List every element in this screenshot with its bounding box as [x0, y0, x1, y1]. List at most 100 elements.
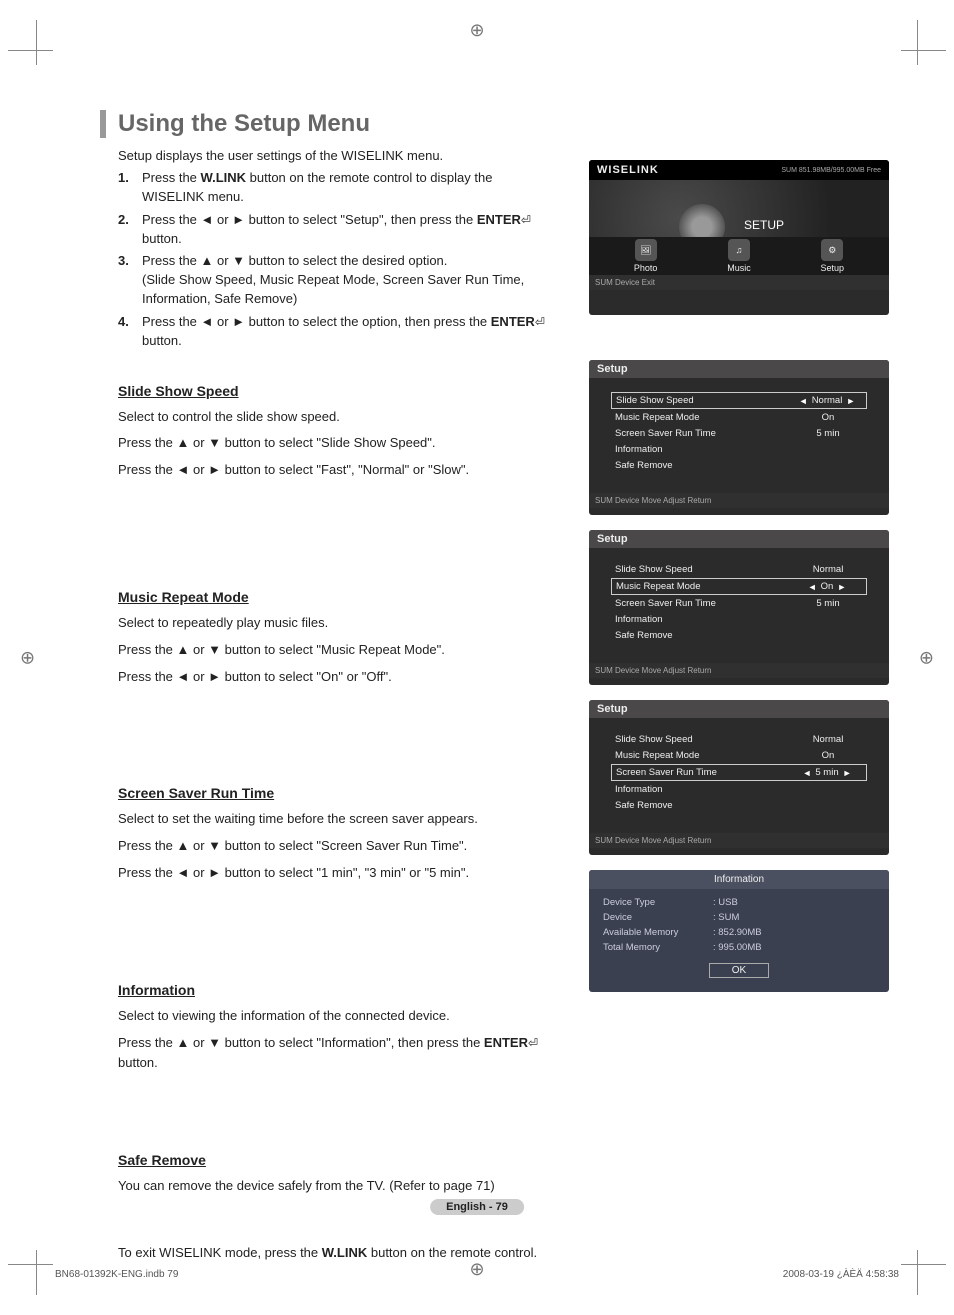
section-text: Press the ◄ or ► button to select "Fast"…	[118, 460, 558, 481]
screenshots-column: WISELINK SUM 851.98MB/995.00MB Free SETU…	[589, 160, 889, 1007]
setup-row-selected[interactable]: Screen Saver Run Time◄5 min►	[611, 764, 867, 781]
wiselink-hints: SUM Device Exit	[589, 275, 889, 290]
setup-screenshot-music: Setup Slide Show SpeedNormal Music Repea…	[589, 530, 889, 685]
step-body: Press the ▲ or ▼ button to select the de…	[142, 252, 548, 309]
ok-button[interactable]: OK	[709, 963, 769, 978]
right-arrow-icon: ►	[846, 396, 855, 406]
section-heading-music-repeat: Music Repeat Mode	[118, 589, 249, 605]
setup-title: Setup	[589, 700, 889, 718]
setup-row[interactable]: Music Repeat ModeOn	[611, 748, 867, 763]
crop-mark	[901, 50, 946, 51]
step-number: 2.	[118, 211, 142, 249]
left-arrow-icon: ◄	[799, 396, 808, 406]
step-body: Press the W.LINK button on the remote co…	[142, 169, 548, 207]
section-text: Press the ▲ or ▼ button to select "Slide…	[118, 433, 558, 454]
info-screenshot: Information Device Type: USB Device: SUM…	[589, 870, 889, 992]
section-text: Press the ▲ or ▼ button to select "Music…	[118, 640, 558, 661]
step-item: 1. Press the W.LINK button on the remote…	[118, 169, 548, 207]
gear-small-icon: ⚙	[821, 239, 843, 261]
setup-row-selected[interactable]: Music Repeat Mode◄On►	[611, 578, 867, 595]
registration-mark-icon: ⊕	[919, 647, 934, 668]
footer-left: BN68-01392K-ENG.indb 79	[55, 1269, 178, 1280]
setup-hints: SUM Device Move Adjust Return	[589, 493, 889, 508]
crop-mark	[917, 20, 918, 65]
setup-hints: SUM Device Move Adjust Return	[589, 833, 889, 848]
setup-title: Setup	[589, 530, 889, 548]
registration-mark-icon: ⊕	[20, 647, 35, 668]
setup-screenshot-slide: Setup Slide Show Speed◄Normal► Music Rep…	[589, 360, 889, 515]
footer-right: 2008-03-19 ¿ÀÈÄ 4:58:38	[783, 1269, 899, 1280]
setup-tab[interactable]: ⚙Setup	[821, 239, 845, 273]
step-body: Press the ◄ or ► button to select the op…	[142, 313, 548, 351]
step-item: 2. Press the ◄ or ► button to select "Se…	[118, 211, 548, 249]
info-title: Information	[589, 870, 889, 889]
setup-row[interactable]: Safe Remove	[611, 628, 867, 643]
section-text: Press the ▲ or ▼ button to select "Scree…	[118, 836, 558, 857]
manual-page: ⊕ ⊕ ⊕ ⊕ Using the Setup Menu Setup displ…	[0, 0, 954, 1315]
setup-row[interactable]: Music Repeat ModeOn	[611, 410, 867, 425]
setup-row-selected[interactable]: Slide Show Speed◄Normal►	[611, 392, 867, 409]
right-arrow-icon: ►	[843, 768, 852, 778]
setup-body: Slide Show SpeedNormal Music Repeat Mode…	[589, 548, 889, 663]
enter-icon: ⏎	[528, 1034, 538, 1053]
page-title: Using the Setup Menu	[100, 110, 894, 138]
left-arrow-icon: ◄	[808, 582, 817, 592]
setup-row[interactable]: Screen Saver Run Time5 min	[611, 596, 867, 611]
info-row: Device: SUM	[603, 910, 875, 925]
wiselink-topbar: WISELINK SUM 851.98MB/995.00MB Free	[589, 160, 889, 180]
setup-row[interactable]: Safe Remove	[611, 798, 867, 813]
section-text: Select to repeatedly play music files.	[118, 613, 558, 634]
section-text: Press the ▲ or ▼ button to select "Infor…	[118, 1033, 558, 1075]
steps-list: 1. Press the W.LINK button on the remote…	[118, 169, 548, 351]
section-text: Select to viewing the information of the…	[118, 1006, 558, 1027]
section-text: Press the ◄ or ► button to select "On" o…	[118, 667, 558, 688]
page-number-badge: English - 79	[430, 1199, 524, 1215]
section-heading-safe-remove: Safe Remove	[118, 1152, 206, 1168]
info-row: Available Memory: 852.90MB	[603, 925, 875, 940]
crop-mark	[901, 1264, 946, 1265]
setup-row[interactable]: Information	[611, 782, 867, 797]
wiselink-main-area: SETUP 🖼Photo ♫Music ⚙Setup	[589, 180, 889, 275]
wiselink-bottom-icons: 🖼Photo ♫Music ⚙Setup	[589, 237, 889, 275]
crop-mark	[36, 20, 37, 65]
crop-mark	[917, 1250, 918, 1295]
setup-row[interactable]: Slide Show SpeedNormal	[611, 732, 867, 747]
section-heading-slide-show-speed: Slide Show Speed	[118, 383, 239, 399]
music-tab[interactable]: ♫Music	[727, 239, 751, 273]
step-number: 3.	[118, 252, 142, 309]
setup-row[interactable]: Screen Saver Run Time5 min	[611, 426, 867, 441]
section-text: Press the ◄ or ► button to select "1 min…	[118, 863, 558, 884]
info-row: Device Type: USB	[603, 895, 875, 910]
section-text: Select to set the waiting time before th…	[118, 809, 558, 830]
crop-mark	[8, 50, 53, 51]
section-heading-information: Information	[118, 982, 195, 998]
section-heading-screen-saver: Screen Saver Run Time	[118, 785, 274, 801]
enter-icon: ⏎	[521, 212, 531, 229]
setup-row[interactable]: Safe Remove	[611, 458, 867, 473]
setup-body: Slide Show Speed◄Normal► Music Repeat Mo…	[589, 378, 889, 493]
music-icon: ♫	[728, 239, 750, 261]
setup-title: Setup	[589, 360, 889, 378]
step-item: 4. Press the ◄ or ► button to select the…	[118, 313, 548, 351]
wiselink-memory: SUM 851.98MB/995.00MB Free	[781, 167, 881, 174]
enter-icon: ⏎	[535, 314, 545, 331]
photo-tab[interactable]: 🖼Photo	[634, 239, 658, 273]
crop-mark	[8, 1264, 53, 1265]
wiselink-brand: WISELINK	[597, 164, 659, 176]
registration-mark-icon: ⊕	[469, 20, 484, 41]
step-number: 4.	[118, 313, 142, 351]
wiselink-setup-label: SETUP	[744, 218, 784, 232]
step-item: 3. Press the ▲ or ▼ button to select the…	[118, 252, 548, 309]
setup-row[interactable]: Information	[611, 612, 867, 627]
setup-hints: SUM Device Move Adjust Return	[589, 663, 889, 678]
exit-text: To exit WISELINK mode, press the W.LINK …	[118, 1243, 558, 1264]
info-row: Total Memory: 995.00MB	[603, 940, 875, 955]
setup-row[interactable]: Information	[611, 442, 867, 457]
crop-mark	[36, 1250, 37, 1295]
setup-screenshot-saver: Setup Slide Show SpeedNormal Music Repea…	[589, 700, 889, 855]
info-body: Device Type: USB Device: SUM Available M…	[589, 889, 889, 992]
setup-body: Slide Show SpeedNormal Music Repeat Mode…	[589, 718, 889, 833]
wiselink-screenshot: WISELINK SUM 851.98MB/995.00MB Free SETU…	[589, 160, 889, 315]
setup-row[interactable]: Slide Show SpeedNormal	[611, 562, 867, 577]
photo-icon: 🖼	[635, 239, 657, 261]
